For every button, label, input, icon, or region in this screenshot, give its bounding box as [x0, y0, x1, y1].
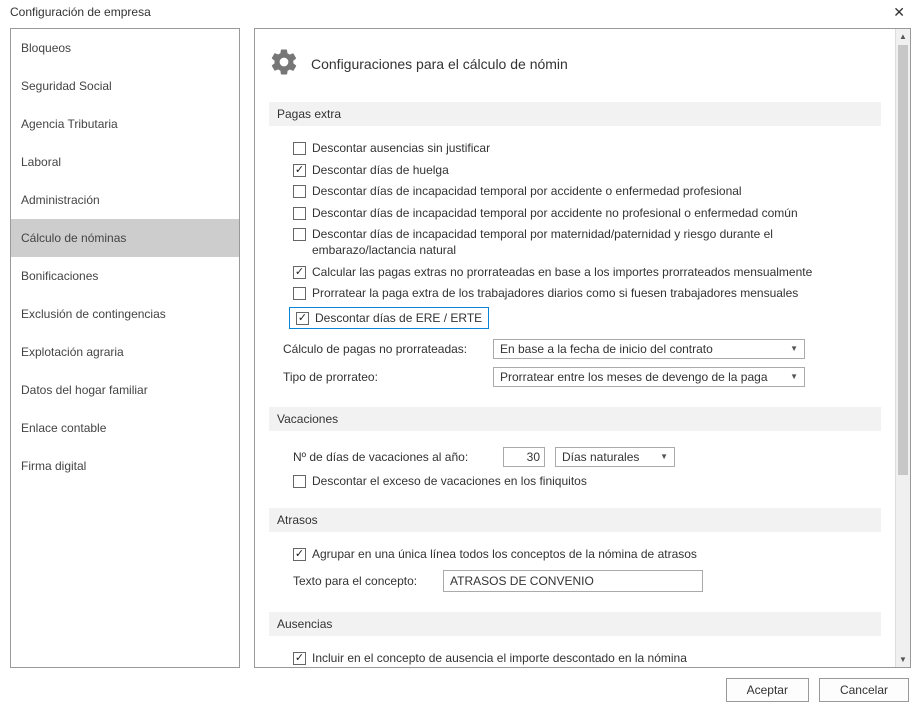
dialog-footer: Aceptar Cancelar — [0, 668, 921, 712]
label-texto-concepto: Texto para el concepto: — [293, 574, 433, 588]
checkbox-prorratear-diarios[interactable] — [293, 287, 306, 300]
checkbox-label: Descontar días de ERE / ERTE — [315, 311, 482, 325]
group-header-ausencias: Ausencias — [269, 612, 881, 636]
sidebar-item-label: Firma digital — [21, 459, 86, 473]
sidebar-item-label: Seguridad Social — [21, 79, 112, 93]
sidebar-item-agencia-tributaria[interactable]: Agencia Tributaria — [11, 105, 239, 143]
group-header-pagas-extra: Pagas extra — [269, 102, 881, 126]
checkbox-it-profesional[interactable] — [293, 185, 306, 198]
close-icon[interactable]: ✕ — [887, 4, 911, 21]
checkbox-label: Calcular las pagas extras no prorrateada… — [312, 265, 812, 281]
sidebar-item-bloqueos[interactable]: Bloqueos — [11, 29, 239, 67]
scroll-down-icon[interactable]: ▼ — [896, 652, 910, 667]
checkbox-incluir-importe-descontado[interactable] — [293, 652, 306, 665]
sidebar-item-label: Laboral — [21, 155, 61, 169]
checkbox-calcular-extras[interactable] — [293, 266, 306, 279]
sidebar-item-firma-digital[interactable]: Firma digital — [11, 447, 239, 485]
input-texto-concepto[interactable]: ATRASOS DE CONVENIO — [443, 570, 703, 592]
checkbox-exceso-vacaciones[interactable] — [293, 475, 306, 488]
label-dias-vacaciones: Nº de días de vacaciones al año: — [293, 450, 493, 464]
sidebar-item-label: Bloqueos — [21, 41, 71, 55]
chevron-down-icon: ▼ — [660, 452, 668, 461]
sidebar-item-exclusion-contingencias[interactable]: Exclusión de contingencias — [11, 295, 239, 333]
sidebar-item-label: Bonificaciones — [21, 269, 98, 283]
checkbox-label: Descontar días de incapacidad temporal p… — [312, 227, 877, 258]
titlebar: Configuración de empresa ✕ — [0, 0, 921, 28]
sidebar-item-administracion[interactable]: Administración — [11, 181, 239, 219]
sidebar-item-seguridad-social[interactable]: Seguridad Social — [11, 67, 239, 105]
cancel-button[interactable]: Cancelar — [819, 678, 909, 702]
sidebar: Bloqueos Seguridad Social Agencia Tribut… — [10, 28, 240, 668]
highlight-ere-erte: Descontar días de ERE / ERTE — [289, 307, 489, 329]
sidebar-item-label: Agencia Tributaria — [21, 117, 118, 131]
group-header-atrasos: Atrasos — [269, 508, 881, 532]
gear-icon — [269, 47, 299, 80]
scrollbar[interactable]: ▲ ▼ — [895, 29, 910, 667]
select-value: Prorratear entre los meses de devengo de… — [500, 370, 768, 384]
checkbox-label: Descontar días de incapacidad temporal p… — [312, 206, 798, 222]
sidebar-item-enlace-contable[interactable]: Enlace contable — [11, 409, 239, 447]
page-title: Configuraciones para el cálculo de nómin — [311, 56, 568, 72]
sidebar-item-bonificaciones[interactable]: Bonificaciones — [11, 257, 239, 295]
accept-button[interactable]: Aceptar — [726, 678, 809, 702]
scroll-up-icon[interactable]: ▲ — [896, 29, 910, 44]
checkbox-descontar-ausencias[interactable] — [293, 142, 306, 155]
checkbox-label: Incluir en el concepto de ausencia el im… — [312, 651, 687, 667]
sidebar-item-label: Datos del hogar familiar — [21, 383, 148, 397]
checkbox-descontar-huelga[interactable] — [293, 164, 306, 177]
sidebar-item-label: Cálculo de nóminas — [21, 231, 126, 245]
sidebar-item-datos-hogar[interactable]: Datos del hogar familiar — [11, 371, 239, 409]
window-title: Configuración de empresa — [10, 5, 151, 19]
select-value: Días naturales — [562, 450, 639, 464]
input-dias-vacaciones[interactable]: 30 — [503, 447, 545, 467]
checkbox-label: Descontar días de incapacidad temporal p… — [312, 184, 742, 200]
group-header-vacaciones: Vacaciones — [269, 407, 881, 431]
select-value: En base a la fecha de inicio del contrat… — [500, 342, 713, 356]
label-calculo-pagas: Cálculo de pagas no prorrateadas: — [283, 342, 483, 356]
checkbox-label: Prorratear la paga extra de los trabajad… — [312, 286, 798, 302]
sidebar-item-explotacion-agraria[interactable]: Explotación agraria — [11, 333, 239, 371]
checkbox-agrupar-atrasos[interactable] — [293, 548, 306, 561]
checkbox-label: Descontar días de huelga — [312, 163, 449, 179]
checkbox-it-comun[interactable] — [293, 207, 306, 220]
checkbox-descontar-ere[interactable] — [296, 312, 309, 325]
checkbox-label: Descontar ausencias sin justificar — [312, 141, 490, 157]
scrollbar-thumb[interactable] — [898, 45, 908, 475]
select-calculo-pagas[interactable]: En base a la fecha de inicio del contrat… — [493, 339, 805, 359]
select-tipo-prorrateo[interactable]: Prorratear entre los meses de devengo de… — [493, 367, 805, 387]
content-panel: Configuraciones para el cálculo de nómin… — [254, 28, 911, 668]
label-tipo-prorrateo: Tipo de prorrateo: — [283, 370, 483, 384]
sidebar-item-label: Administración — [21, 193, 100, 207]
sidebar-item-calculo-nominas[interactable]: Cálculo de nóminas — [11, 219, 239, 257]
sidebar-item-label: Enlace contable — [21, 421, 106, 435]
checkbox-label: Descontar el exceso de vacaciones en los… — [312, 474, 587, 490]
sidebar-item-laboral[interactable]: Laboral — [11, 143, 239, 181]
chevron-down-icon: ▼ — [790, 344, 798, 353]
select-tipo-dias[interactable]: Días naturales ▼ — [555, 447, 675, 467]
checkbox-label: Agrupar en una única línea todos los con… — [312, 547, 697, 563]
checkbox-it-maternidad[interactable] — [293, 228, 306, 241]
sidebar-item-label: Explotación agraria — [21, 345, 124, 359]
chevron-down-icon: ▼ — [790, 372, 798, 381]
sidebar-item-label: Exclusión de contingencias — [21, 307, 166, 321]
